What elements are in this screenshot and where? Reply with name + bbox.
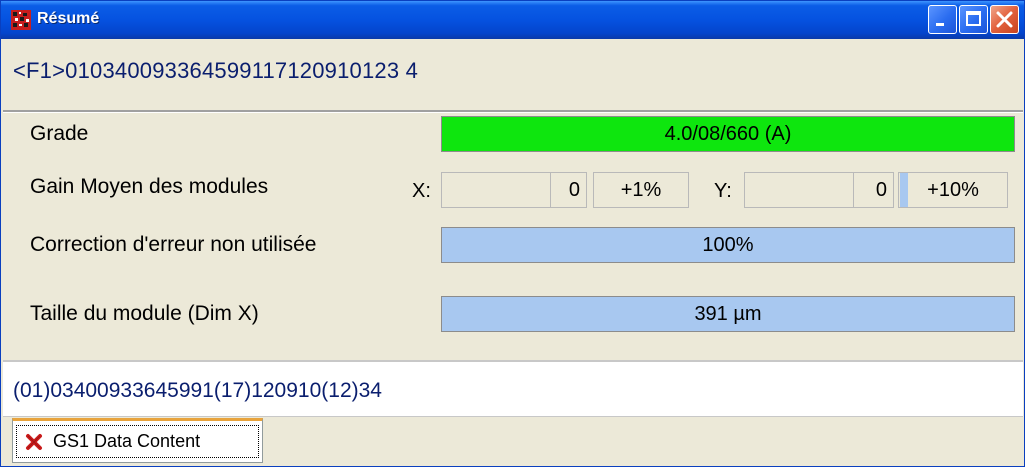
module-size-value: 391 µm xyxy=(441,296,1015,332)
gain-x-value: 0 xyxy=(551,172,587,208)
grade-label: Grade xyxy=(30,122,89,145)
maximize-button[interactable] xyxy=(959,5,988,34)
tab-label: GS1 Data Content xyxy=(53,431,201,451)
gain-x-field xyxy=(441,172,551,208)
gain-y-field xyxy=(744,172,854,208)
window-title: Résumé xyxy=(37,10,100,27)
title-bar[interactable]: Résumé xyxy=(1,1,1024,39)
minimize-button[interactable] xyxy=(928,5,957,34)
raw-code-text: <F1>010340093364599117120910123 4 xyxy=(13,58,419,83)
close-button[interactable] xyxy=(990,5,1019,34)
gs1-content-text: (01)03400933645991(17)120910(12)34 xyxy=(13,379,382,402)
tab-gs1-data-content[interactable]: GS1 Data Content xyxy=(12,418,263,463)
raw-code-row: <F1>010340093364599117120910123 4 xyxy=(3,40,1023,110)
grade-value: 4.0/08/660 (A) xyxy=(441,116,1015,152)
gain-y-label: Y: xyxy=(714,180,732,202)
maximize-icon xyxy=(966,11,981,26)
minimize-icon xyxy=(936,23,944,26)
gs1-content-panel: (01)03400933645991(17)120910(12)34 xyxy=(3,360,1023,417)
gain-x-label: X: xyxy=(412,180,431,202)
resume-window: Résumé <F1>010340093364599117120910123 4… xyxy=(0,0,1025,467)
red-x-icon xyxy=(26,434,42,450)
gain-x-percent: +1% xyxy=(593,172,689,208)
divider xyxy=(3,110,1023,113)
error-correction-label: Correction d'erreur non utilisée xyxy=(30,233,317,256)
close-icon xyxy=(996,11,1013,28)
gain-y-value: 0 xyxy=(854,172,894,208)
module-size-label: Taille du module (Dim X) xyxy=(30,302,259,325)
error-correction-value: 100% xyxy=(441,227,1015,263)
gain-y-percent: +10% xyxy=(898,172,1008,208)
gain-label: Gain Moyen des modules xyxy=(30,175,269,198)
app-icon xyxy=(11,10,31,30)
